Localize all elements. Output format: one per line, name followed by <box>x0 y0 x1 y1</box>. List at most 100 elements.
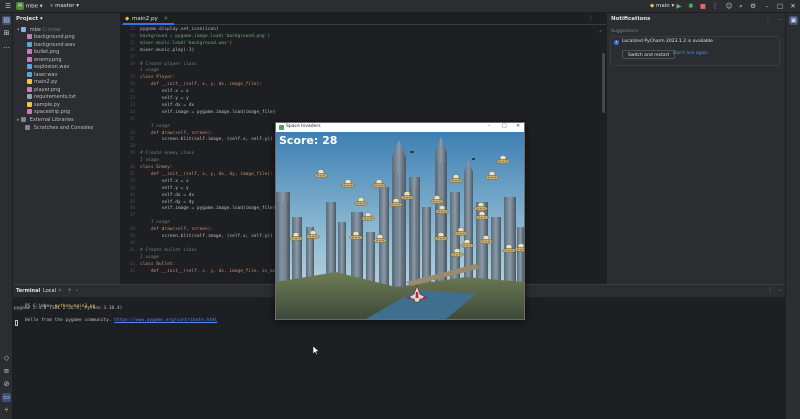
code-line[interactable]: 1 usage <box>140 124 170 129</box>
editor-more-icon[interactable]: ⋮ <box>588 15 594 22</box>
tree-scratches[interactable]: Scratches and Consoles <box>25 125 93 132</box>
terminal-cursor[interactable] <box>15 320 18 326</box>
code-line[interactable]: screen.blit(self.image, (self.x, self.y)… <box>140 137 273 142</box>
code-line[interactable]: 1 usage <box>140 68 159 73</box>
code-line[interactable]: class Player: <box>140 75 175 80</box>
minimize-icon[interactable]: – <box>763 3 771 10</box>
tree-root[interactable]: ▾ mbe C:\mbe <box>17 27 60 34</box>
code-line[interactable]: mixer.music.play(-1) <box>140 48 194 53</box>
file-name: player.png <box>34 86 61 93</box>
terminal-tool-icon[interactable]: ▭ <box>2 393 11 402</box>
game-maximize-icon[interactable]: □ <box>502 123 507 129</box>
line-number: 13 <box>129 27 135 32</box>
tree-file[interactable]: background.png <box>27 34 75 41</box>
terminal-hide-icon[interactable]: – <box>779 287 782 294</box>
tree-file[interactable]: bullet.png <box>27 49 59 56</box>
project-tool-icon[interactable]: ▤ <box>2 16 11 25</box>
folder-icon <box>21 27 27 32</box>
tree-file[interactable]: sample.py <box>27 101 60 109</box>
game-window[interactable]: Space Invaders – □ ✕ Score: 28 <box>275 122 525 320</box>
line-number: 41 <box>129 247 135 253</box>
code-line[interactable]: self.y = y <box>140 186 189 191</box>
tab-close-icon[interactable]: ✕ <box>164 16 169 22</box>
tree-file[interactable]: requirements.txt <box>27 94 76 101</box>
game-close-icon[interactable]: ✕ <box>516 123 520 129</box>
tree-file[interactable]: main2.py <box>27 79 57 86</box>
code-line[interactable]: 1 usage <box>140 255 159 260</box>
code-line[interactable]: # Create bullet class <box>140 248 197 253</box>
tree-file[interactable]: spaceship.png <box>27 109 70 116</box>
code-line[interactable]: self.dy = dy <box>140 200 195 205</box>
dont-ask-link[interactable]: Don't ask again <box>673 51 708 56</box>
code-line[interactable]: def __init__(self, x, y, dx, dy, image_f… <box>140 172 273 177</box>
tree-file[interactable]: laser.wav <box>27 71 57 79</box>
problems-icon[interactable]: ⊘ <box>2 380 11 389</box>
code-line[interactable]: screen.blit(self.image, (self.x, self.y)… <box>140 234 273 239</box>
code-line[interactable]: def draw(self, screen): <box>140 227 213 232</box>
notifications-tool-icon[interactable]: ▣ <box>789 16 798 25</box>
editor-tab-main2[interactable]: ◆ main2.py ✕ <box>123 14 175 25</box>
file-name: bullet.png <box>34 49 60 55</box>
add-user-icon[interactable]: ☺ <box>725 3 733 10</box>
code-line[interactable]: # Create player class <box>140 62 197 67</box>
game-minimize-icon[interactable]: – <box>488 123 491 129</box>
tree-file[interactable]: background.wav <box>27 41 75 49</box>
menu-icon[interactable]: ☰ <box>4 3 12 10</box>
code-line[interactable]: self.dx = dx <box>140 103 195 108</box>
code-line[interactable]: self.image = pygame.image.load(image_fil… <box>140 110 276 115</box>
structure-tool-icon[interactable]: ⊞ <box>2 29 11 38</box>
tree-external-libraries[interactable]: ▸ External Libraries <box>17 117 74 124</box>
search-icon[interactable]: ⌕ <box>737 3 745 10</box>
tree-file[interactable]: explosion.wav <box>27 64 70 71</box>
code-line[interactable]: 1 usage <box>140 220 170 225</box>
code-line[interactable]: background = pygame.image.load('backgrou… <box>140 34 270 39</box>
debug-icon[interactable]: ✱ <box>687 3 695 10</box>
code-line[interactable]: def draw(self, screen): <box>140 131 213 136</box>
project-panel-title[interactable]: Project ▾ <box>16 16 43 22</box>
notifications-hide-icon[interactable]: – <box>778 16 781 23</box>
update-notification: i Localized PyCharm 2023.1.2 is availabl… <box>610 36 780 66</box>
code-line[interactable]: self.dx = dx <box>140 193 195 198</box>
code-line[interactable]: class Enemy: <box>140 165 173 170</box>
code-line[interactable]: self.x = x <box>140 179 189 184</box>
maximize-icon[interactable]: □ <box>776 3 784 10</box>
code-line[interactable]: 1 usage <box>140 158 159 163</box>
terminal-tab-local[interactable]: Local ✕ <box>43 288 62 294</box>
new-terminal-icon[interactable]: + <box>67 287 72 294</box>
more-tools-icon[interactable]: … <box>2 42 11 51</box>
tree-file[interactable]: player.png <box>27 86 61 94</box>
branch-selector[interactable]: ⑂ master ▾ <box>50 2 79 11</box>
code-line[interactable]: self.image = pygame.image.load(image_fil… <box>140 206 276 211</box>
tab-close-icon[interactable]: ✕ <box>58 288 62 294</box>
code-line[interactable]: class Bullet: <box>140 262 175 267</box>
code-line[interactable]: self.y = y <box>140 96 189 101</box>
run-icon[interactable]: ▶ <box>675 3 683 10</box>
stop-icon[interactable]: ■ <box>699 3 707 10</box>
inspection-ok-icon[interactable]: ✓ <box>599 29 603 35</box>
settings-icon[interactable]: ⚙ <box>749 3 757 10</box>
code-line[interactable]: mixer.music.load('background.wav') <box>140 41 232 46</box>
tree-file[interactable]: enemy.png <box>27 56 62 64</box>
terminal-dropdown-icon[interactable]: ⌄ <box>75 287 79 293</box>
editor-scrollbar[interactable] <box>602 53 605 113</box>
mouse-cursor-icon <box>313 346 319 355</box>
run-config-selector[interactable]: ◆ main ▾ <box>650 2 674 11</box>
more-actions-icon[interactable]: ⋮ <box>711 3 719 10</box>
code-line[interactable]: def __init__(self, x, y, dx, image_file,… <box>140 269 286 274</box>
terminal-more-icon[interactable]: ⋮ <box>767 287 773 294</box>
python-packages-icon[interactable]: ◇ <box>2 354 11 363</box>
code-line[interactable]: def __init__(self, x, y, dx, image_file)… <box>140 82 262 87</box>
game-title-bar[interactable]: Space Invaders – □ ✕ <box>276 123 524 132</box>
git-tool-icon[interactable]: ⑂ <box>2 406 11 415</box>
code-line[interactable]: # Create enemy class <box>140 151 194 156</box>
project-selector[interactable]: M mbe ▾ <box>16 2 43 11</box>
pygame-contribute-link[interactable]: https://www.pygame.org/contribute.html <box>114 318 217 323</box>
close-icon[interactable]: ✕ <box>789 3 797 10</box>
python-console-icon[interactable]: ≡ <box>2 367 11 376</box>
code-line[interactable]: self.x = x <box>140 89 189 94</box>
code-line[interactable]: pygame.display.set_icon(icon) <box>140 27 219 32</box>
switch-restart-button[interactable]: Switch and restart <box>622 50 676 59</box>
game-canvas[interactable]: Score: 28 <box>276 132 524 319</box>
notifications-more-icon[interactable]: ⋮ <box>765 16 771 23</box>
file-icon <box>27 109 32 114</box>
